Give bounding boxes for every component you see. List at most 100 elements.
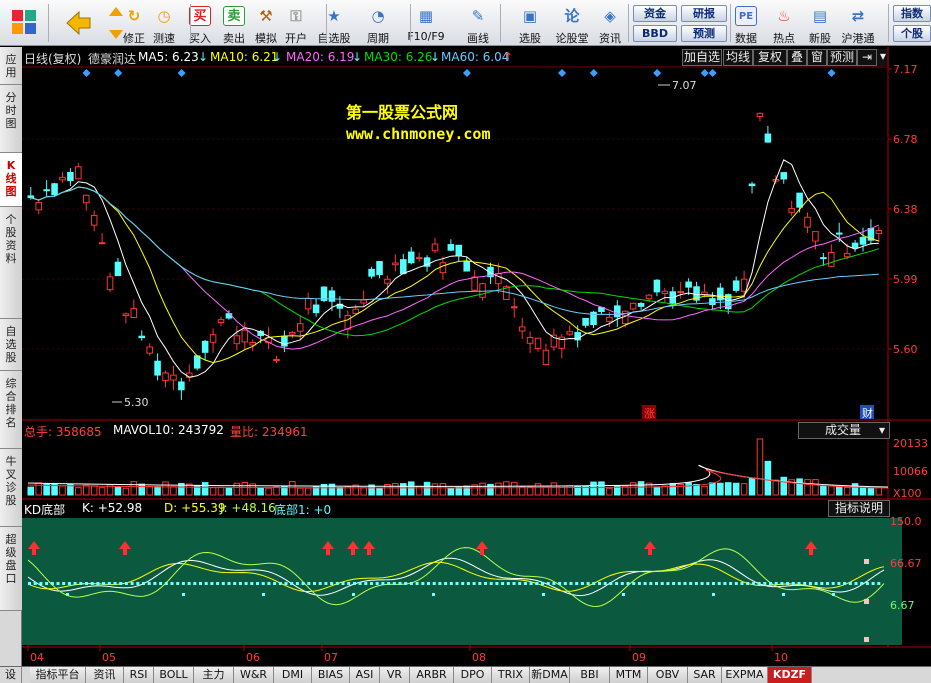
candle-body — [701, 291, 708, 296]
toolbar-button-11[interactable]: 论论股堂 — [554, 2, 590, 45]
indicator-tab-10[interactable]: VR — [380, 667, 410, 683]
indicator-tab-1[interactable]: 指标平台 — [30, 667, 86, 683]
settings-tab[interactable]: 设置 — [0, 666, 22, 683]
volume-indicator-select[interactable]: 成交量 ▾ — [798, 422, 890, 439]
research-button[interactable]: 研报 — [681, 5, 727, 22]
toolbar-button-8[interactable]: ▦ F10/F9 — [406, 2, 446, 44]
toolbar-button-16[interactable]: ⇄ 沪港通 — [839, 2, 877, 45]
toolbar-button-5[interactable]: ⚿ 开户 — [281, 2, 311, 45]
kd-bottom-dot — [831, 582, 835, 585]
kd-bottom-dot — [79, 582, 83, 585]
kd-bottom-dot — [803, 582, 807, 585]
volume-bar — [336, 486, 344, 496]
volume-bar — [550, 482, 558, 496]
indicator-tab-2[interactable]: 资讯 — [86, 667, 124, 683]
indicator-tab-13[interactable]: TRIX — [492, 667, 530, 683]
volume-bar — [534, 483, 542, 496]
news-icon: ◈ — [604, 7, 616, 25]
funds-button[interactable]: 资金 — [633, 5, 677, 22]
indicator-tab-11[interactable]: ARBR — [410, 667, 454, 683]
kd-bottom-dot — [159, 582, 163, 585]
toolbar-button-14[interactable]: ♨ 热点 — [767, 2, 801, 45]
kd-bottom-dot — [689, 582, 693, 585]
candle-body — [661, 290, 669, 294]
kd-bottom-dot — [398, 582, 402, 585]
volume-bar — [273, 486, 280, 496]
forecast-button[interactable]: 预测 — [681, 25, 727, 42]
watermark-title: 第一股票公式网 — [346, 103, 459, 122]
indicator-help-button[interactable]: 指标说明 — [828, 500, 890, 517]
indicator-tab-18[interactable]: SAR — [688, 667, 722, 683]
left-tab-5[interactable]: 综合排名 — [0, 371, 22, 449]
candle-body — [756, 112, 764, 117]
indicator-tab-14[interactable]: 新DMA — [530, 667, 570, 683]
price-axis-label: 5.99 — [893, 273, 918, 286]
toolbar-button-13[interactable]: PE 数据 — [729, 2, 763, 45]
left-tab-6[interactable]: 牛叉诊股 — [0, 449, 22, 527]
volume-bar — [360, 487, 367, 496]
toolbar-button-7[interactable]: ◔ 周期 — [360, 2, 396, 45]
single-stock-button[interactable]: 个股 — [893, 25, 931, 42]
candle-body — [146, 346, 153, 354]
kd-bottom-dot — [746, 582, 750, 585]
kd-bottom-dot — [375, 582, 379, 585]
kd-bottom-dot — [489, 582, 493, 585]
left-tab-4[interactable]: 自选股 — [0, 319, 22, 371]
left-tab-7[interactable]: 超级盘口 — [0, 527, 22, 611]
kd-bottom-dot — [455, 582, 459, 585]
left-tab-2[interactable]: K线图 — [0, 153, 22, 207]
kline-chart-panel[interactable]: 日线(复权) 德豪润达 MA5: 6.23 ↓ MA10: 6.21 ↓ MA20:… — [22, 47, 931, 665]
indicator-tab-12[interactable]: DPO — [454, 667, 492, 683]
volume-bar — [796, 478, 803, 496]
toolbar-button-10[interactable]: ▣ 选股 — [512, 2, 548, 45]
candle-body — [43, 189, 50, 192]
kd-bottom-dot — [706, 582, 710, 585]
bbd-button[interactable]: BBD — [633, 25, 677, 42]
indicator-tab-4[interactable]: BOLL — [154, 667, 194, 683]
toolbar-button-4[interactable]: ⚒ 模拟 — [251, 2, 281, 45]
shhk-icon: ⇄ — [851, 7, 865, 25]
kd-bottom-dot — [444, 582, 448, 585]
indicator-tab-16[interactable]: MTM — [610, 667, 648, 683]
index-button[interactable]: 指数 — [893, 5, 931, 22]
kd-bottom-dot — [256, 582, 259, 585]
toolbar-button-3[interactable]: 卖卖出 — [220, 2, 248, 45]
left-tab-0[interactable]: 应用 — [0, 47, 22, 85]
indicator-tab-6[interactable]: W&R — [234, 667, 274, 683]
indicator-tab-7[interactable]: DMI — [274, 667, 312, 683]
left-tab-1[interactable]: 分时图 — [0, 85, 22, 153]
candle-body — [471, 276, 478, 291]
left-tab-3[interactable]: 个股资料 — [0, 207, 22, 319]
toolbar-button-15[interactable]: ▤ 新股 — [804, 2, 836, 45]
candle-body — [384, 278, 391, 284]
back-button[interactable] — [58, 2, 98, 44]
indicator-tab-20[interactable]: KDZF — [768, 667, 812, 683]
kd-panel-background — [22, 518, 902, 645]
volume-bar — [669, 483, 677, 496]
indicator-tab-5[interactable]: 主力 — [194, 667, 234, 683]
candle-body — [368, 268, 375, 277]
toolbar-button-6[interactable]: ★ 自选股 — [314, 2, 354, 45]
indicator-tab-9[interactable]: ASI — [350, 667, 380, 683]
kd-bottom-dot — [381, 582, 385, 585]
indicator-tab-19[interactable]: EXPMA — [722, 667, 768, 683]
kd-bottom-dot — [66, 593, 69, 596]
indicator-tab-8[interactable]: BIAS — [312, 667, 350, 683]
toolbar-button-12[interactable]: ◈ 资讯 — [594, 2, 626, 45]
app-logo-icon[interactable] — [6, 2, 42, 44]
kd-bottom-dot — [28, 582, 31, 585]
toolbar-button-1[interactable]: ◷ 测速 — [149, 2, 179, 45]
kd-bottom-dot — [632, 582, 636, 585]
lock-icon: ⚿ — [290, 7, 302, 25]
indicator-tab-15[interactable]: BBI — [570, 667, 610, 683]
indicator-tab-3[interactable]: RSI — [124, 667, 154, 683]
volume-bar — [59, 485, 66, 496]
kd-bottom-dot — [221, 582, 225, 585]
kd-bottom-dot — [301, 582, 305, 585]
toolbar-button-9[interactable]: ✎ 画线 — [460, 2, 496, 45]
volume-bar — [225, 487, 233, 496]
volume-bar — [701, 485, 708, 496]
toolbar-button-0[interactable]: ↻ 修正 — [119, 2, 149, 45]
kd-bottom-value: 底部1: +0 — [274, 503, 332, 517]
indicator-tab-17[interactable]: OBV — [648, 667, 688, 683]
